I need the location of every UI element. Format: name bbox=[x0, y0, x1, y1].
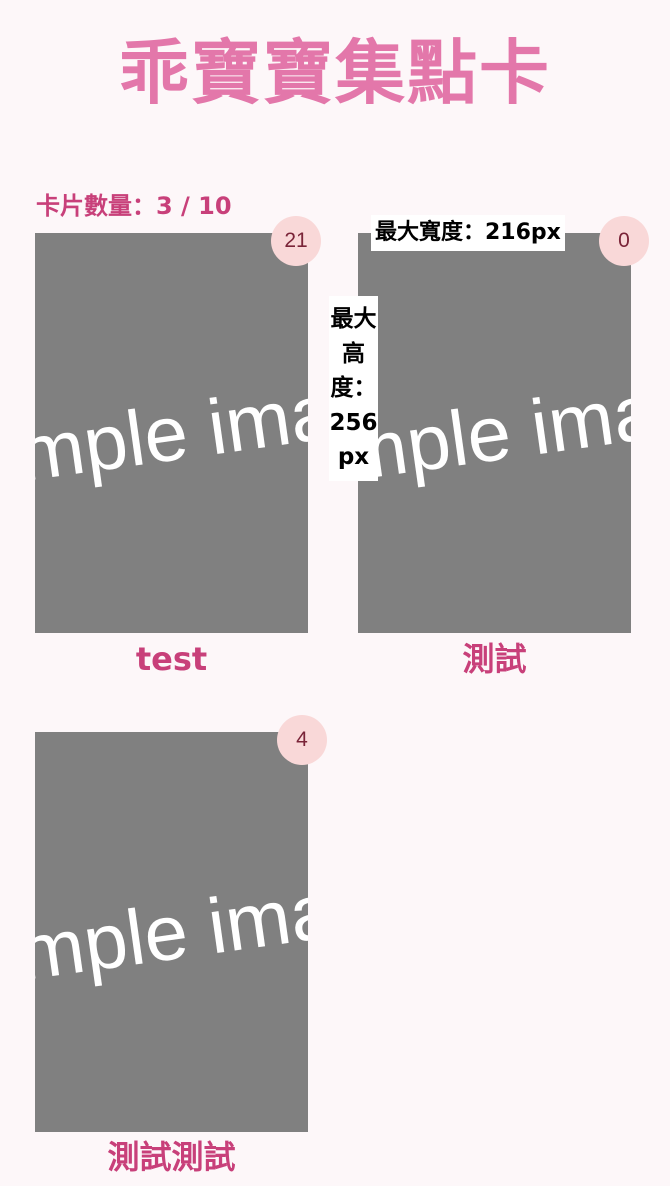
max-width-label: 最大寬度：216px bbox=[371, 215, 565, 251]
sample-image-text: Sample image bbox=[35, 354, 308, 512]
max-height-label: 最大高度：256px bbox=[329, 296, 378, 481]
sample-image-text: Sample image bbox=[35, 853, 308, 1011]
card-count-label: 卡片數量：3 / 10 bbox=[36, 192, 232, 220]
stamp-card[interactable]: Sample image 測試 bbox=[358, 233, 631, 678]
page-title: 乖寶寶集點卡 bbox=[119, 32, 551, 114]
stamp-count-badge: 21 bbox=[271, 216, 321, 266]
card-image[interactable]: Sample image bbox=[35, 233, 308, 633]
card-name: test bbox=[135, 640, 208, 678]
card-image[interactable]: Sample image bbox=[35, 732, 308, 1132]
stamp-count-badge: 4 bbox=[277, 715, 327, 765]
stamp-card[interactable]: Sample image test bbox=[35, 233, 308, 678]
card-name: 測試測試 bbox=[107, 1138, 236, 1176]
stamp-card[interactable]: Sample image 測試測試 bbox=[35, 732, 308, 1176]
stamp-count-badge: 0 bbox=[599, 216, 649, 266]
card-name: 測試 bbox=[462, 640, 527, 678]
sample-image-text: Sample image bbox=[358, 354, 631, 512]
card-image[interactable]: Sample image bbox=[358, 233, 631, 633]
